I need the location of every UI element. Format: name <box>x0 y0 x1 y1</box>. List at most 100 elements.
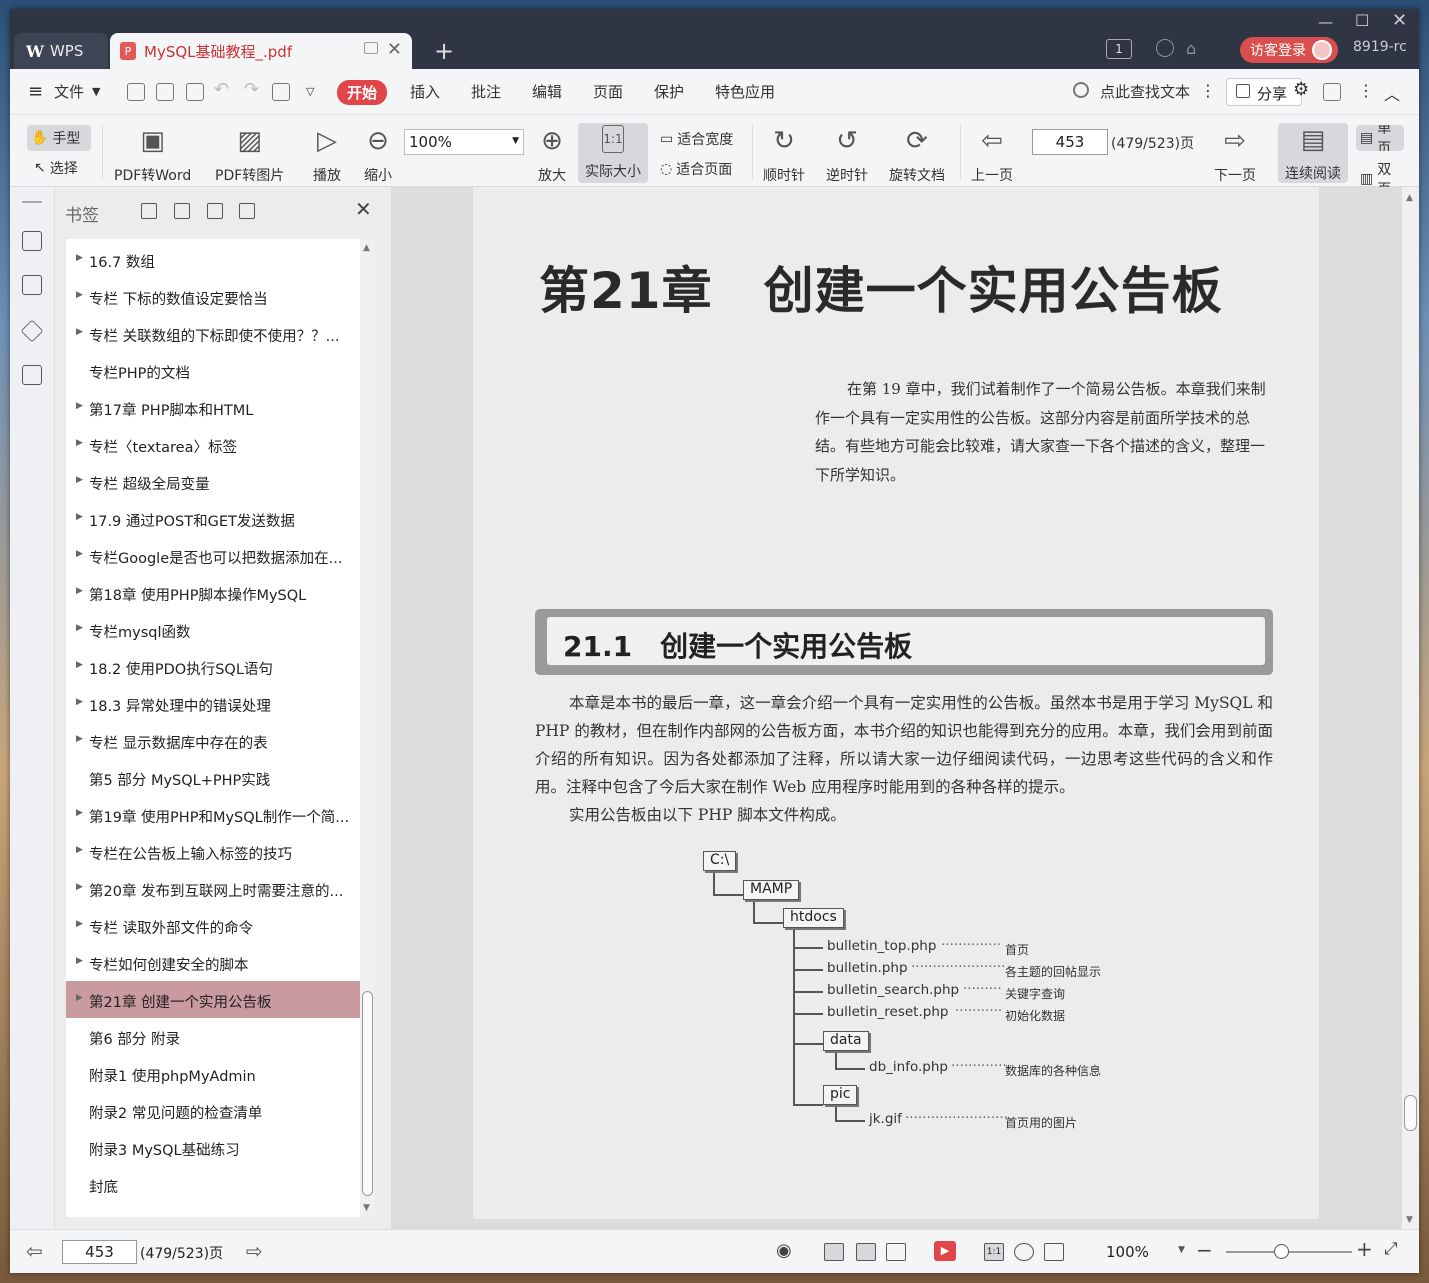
minimize-button[interactable]: — <box>1318 13 1333 31</box>
scroll-down-icon[interactable]: ▼ <box>363 1203 370 1213</box>
expand-arrow-icon[interactable]: ▶ <box>76 549 83 559</box>
bookmark-settings-icon[interactable] <box>239 203 255 219</box>
zoom-slider-thumb[interactable] <box>1274 1244 1289 1259</box>
prev-page-status-icon[interactable]: ⇦ <box>26 1239 43 1263</box>
expand-arrow-icon[interactable]: ▶ <box>76 845 83 855</box>
expand-arrow-icon[interactable]: ▶ <box>76 734 83 744</box>
menu-start[interactable]: 开始 <box>337 80 388 105</box>
fit-width-button[interactable]: ▭ 适合宽度 <box>660 129 733 149</box>
expand-arrow-icon[interactable]: ▶ <box>76 697 83 707</box>
redo-icon[interactable]: ↷ <box>244 79 259 100</box>
scroll-down-icon[interactable]: ▼ <box>1406 1215 1413 1225</box>
expand-arrow-icon[interactable]: ▶ <box>76 438 83 448</box>
play-status-icon[interactable]: ▶ <box>934 1241 956 1261</box>
fullscreen-icon[interactable]: ⤢ <box>1384 1239 1398 1259</box>
select-tool-button[interactable]: ↖ 选择 <box>34 158 78 178</box>
bookmark-item[interactable]: 专栏PHP的文档 <box>66 352 360 389</box>
add-bookmark-icon[interactable] <box>141 203 157 219</box>
bookmark-item[interactable]: ▶ 16.7 数组 <box>66 241 360 278</box>
expand-arrow-icon[interactable]: ▶ <box>76 956 83 966</box>
print-icon[interactable] <box>186 83 204 101</box>
bookmark-item[interactable]: ▶ 专栏〈textarea〉标签 <box>66 426 360 463</box>
bookmark-item[interactable]: ▶ 第20章 发布到互联网上时需要注意的... <box>66 870 360 907</box>
continuous-view-icon[interactable] <box>824 1243 844 1261</box>
undo-icon[interactable]: ↶ <box>214 79 229 100</box>
rotate-document-button[interactable]: ⟳ 旋转文档 <box>889 125 945 185</box>
expand-arrow-icon[interactable]: ▶ <box>76 253 83 263</box>
bookmark-item[interactable]: ▶ 第17章 PHP脚本和HTML <box>66 389 360 426</box>
gear-icon[interactable]: ⚙ <box>1293 79 1309 100</box>
collapse-ribbon-icon[interactable]: ︿ <box>1384 81 1400 105</box>
bookmark-item[interactable]: ▶ 17.9 通过POST和GET发送数据 <box>66 500 360 537</box>
search-text-button[interactable]: 点此查找文本 <box>1100 81 1190 102</box>
bookmark-scroll-thumb[interactable] <box>362 991 373 1196</box>
bookmark-item[interactable]: ▶ 第21章 创建一个实用公告板 <box>66 981 360 1018</box>
status-zoom-value[interactable]: 100% <box>1106 1243 1149 1261</box>
expand-arrow-icon[interactable]: ▶ <box>76 808 83 818</box>
menu-insert[interactable]: 插入 <box>410 81 440 102</box>
rotate-cw-button[interactable]: ↻ 顺时针 <box>763 125 805 185</box>
expand-arrow-icon[interactable]: ▶ <box>76 401 83 411</box>
more-vert-icon[interactable]: ⋮ <box>1200 81 1216 100</box>
share-button[interactable]: 分享 <box>1226 78 1302 106</box>
zoom-slider-track[interactable] <box>1226 1251 1352 1253</box>
bookmark-item[interactable]: ▶ 18.3 异常处理中的错误处理 <box>66 685 360 722</box>
bookmark-item[interactable]: ▶ 18.2 使用PDO执行SQL语句 <box>66 648 360 685</box>
scroll-up-icon[interactable]: ▲ <box>1406 193 1413 203</box>
maximize-button[interactable]: ☐ <box>1355 11 1369 30</box>
pdf-to-word-button[interactable]: ▣ PDF转Word <box>114 125 191 185</box>
tab-close-icon[interactable]: ✕ <box>387 39 402 60</box>
expand-arrow-icon[interactable]: ▶ <box>76 327 83 337</box>
previous-page-button[interactable]: ⇦ 上一页 <box>971 125 1013 185</box>
bookmark-item[interactable]: 附录1 使用phpMyAdmin <box>66 1055 360 1092</box>
bookmark-item[interactable]: ▶ 专栏Google是否也可以把数据添加在... <box>66 537 360 574</box>
bookmark-item[interactable]: 第6 部分 附录 <box>66 1018 360 1055</box>
window-count-badge[interactable]: 1 <box>1106 39 1132 59</box>
bookmark-scrollbar[interactable]: ▲ ▼ <box>360 239 375 1217</box>
document-scroll-thumb[interactable] <box>1404 1095 1417 1131</box>
actual-size-status-icon[interactable]: 1:1 <box>984 1243 1004 1261</box>
hand-tool-button[interactable]: ✋ 手型 <box>27 125 91 151</box>
expand-arrow-icon[interactable]: ▶ <box>76 660 83 670</box>
single-page-button[interactable]: ▤ 单页 <box>1356 125 1404 151</box>
expand-arrow-icon[interactable]: ▶ <box>76 475 83 485</box>
bookmark-item[interactable]: 附录2 常见问题的检查清单 <box>66 1092 360 1129</box>
tab-pin-icon[interactable] <box>364 42 378 54</box>
single-view-icon[interactable] <box>856 1243 876 1261</box>
bookmark-item[interactable]: ▶ 专栏 显示数据库中存在的表 <box>66 722 360 759</box>
expand-arrow-icon[interactable]: ▶ <box>76 623 83 633</box>
bookmark-item[interactable]: ▶ 第19章 使用PHP和MySQL制作一个简... <box>66 796 360 833</box>
thumbnail-panel-icon[interactable] <box>22 275 42 295</box>
bookmark-item[interactable]: 第5 部分 MySQL+PHP实践 <box>66 759 360 796</box>
pdf-to-image-button[interactable]: ▨ PDF转图片 <box>215 125 284 185</box>
more-vert-icon-2[interactable]: ⋮ <box>1358 81 1374 100</box>
bookmark-item[interactable]: ▶ 专栏如何创建安全的脚本 <box>66 944 360 981</box>
zoom-in-status-button[interactable]: + <box>1356 1237 1373 1261</box>
zoom-select[interactable]: 100% ▼ <box>404 129 524 155</box>
bookmark-item[interactable]: ▶ 专栏 读取外部文件的命令 <box>66 907 360 944</box>
window-close-button[interactable]: ✕ <box>1392 10 1407 31</box>
open-icon[interactable] <box>127 83 145 101</box>
actual-size-button[interactable]: 1:1 实际大小 <box>578 123 648 183</box>
next-page-button[interactable]: ⇨ 下一页 <box>1214 125 1256 185</box>
eye-protection-icon[interactable]: ◉ <box>776 1240 792 1261</box>
expand-arrow-icon[interactable]: ▶ <box>76 919 83 929</box>
zoom-in-button[interactable]: ⊕ 放大 <box>535 125 569 185</box>
expand-arrow-icon[interactable]: ▶ <box>76 993 83 1003</box>
close-icon[interactable]: ✕ <box>355 197 372 221</box>
chevron-down-icon[interactable]: ▼ <box>92 85 100 98</box>
bookmark-item[interactable]: 附录3 MySQL基础练习 <box>66 1129 360 1166</box>
menu-features[interactable]: 特色应用 <box>715 81 775 102</box>
document-scrollbar[interactable]: ▲ ▼ <box>1402 187 1419 1229</box>
search-icon[interactable] <box>1073 82 1089 98</box>
menu-page[interactable]: 页面 <box>593 81 623 102</box>
menu-edit[interactable]: 编辑 <box>532 81 562 102</box>
bookmark-item[interactable]: ▶ 专栏 下标的数值设定要恰当 <box>66 278 360 315</box>
bookmark-item[interactable]: ▶ 第18章 使用PHP脚本操作MySQL <box>66 574 360 611</box>
zoom-out-button[interactable]: ⊖ 缩小 <box>361 125 395 185</box>
document-view[interactable]: 第21章 创建一个实用公告板 在第 19 章中，我们试着制作了一个简易公告板。本… <box>391 187 1419 1229</box>
hamburger-icon[interactable]: ≡ <box>28 81 43 102</box>
fit-page-status-icon[interactable] <box>1014 1243 1034 1261</box>
expand-arrow-icon[interactable]: ▶ <box>76 882 83 892</box>
bookmark-item[interactable]: ▶ 专栏mysql函数 <box>66 611 360 648</box>
